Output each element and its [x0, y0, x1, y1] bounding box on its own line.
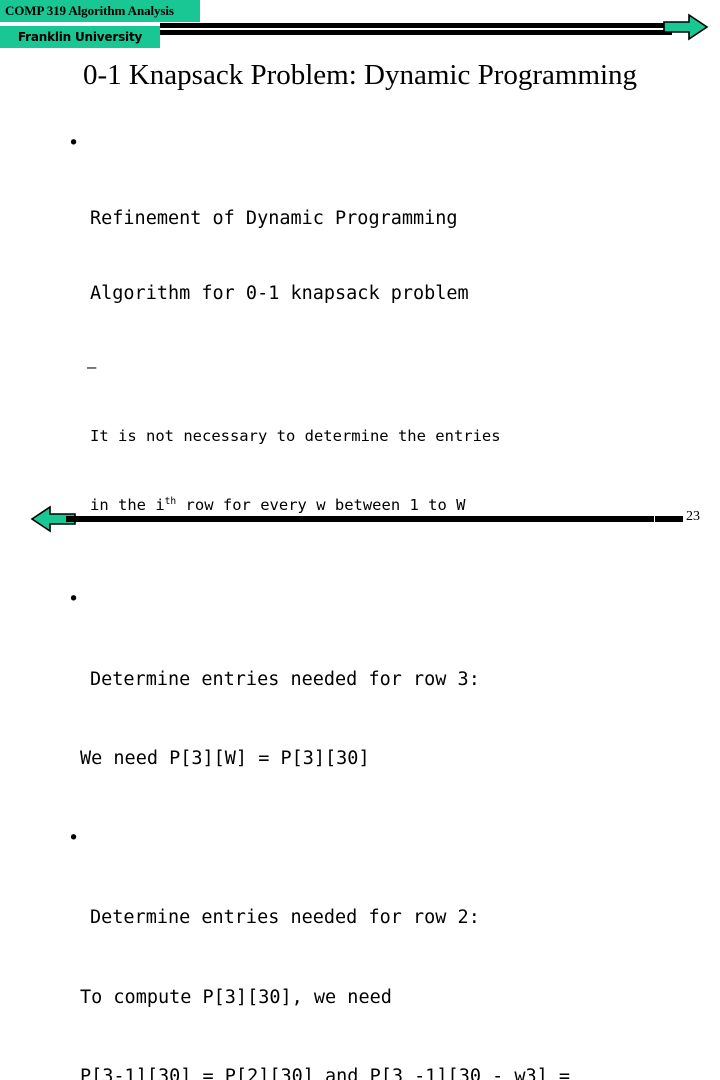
sub-bullet-line-superscript: in the ith row for every w between 1 to …	[90, 494, 698, 517]
body-spacer	[58, 563, 698, 587]
slide-title: 0-1 Knapsack Problem: Dynamic Programmin…	[60, 58, 660, 93]
bullet-line: We need P[3][W] = P[3][30]	[80, 746, 698, 773]
bullet-line: To compute P[3][30], we need	[80, 985, 698, 1012]
bullet-dot-icon: •	[68, 131, 79, 156]
ordinal-superscript: th	[165, 496, 177, 507]
bullet-dot-icon: •	[68, 826, 79, 853]
sub-bullet-line-pre: in the i	[90, 496, 165, 514]
bullet-line: Refinement of Dynamic Programming	[90, 206, 698, 231]
sub-bullet-item-necessary: – It is not necessary to determine the e…	[58, 356, 698, 563]
university-label: Franklin University	[18, 30, 142, 44]
bullet-item-refinement: • Refinement of Dynamic Programming Algo…	[58, 131, 698, 356]
sub-bullet-line: It is not necessary to determine the ent…	[90, 425, 698, 448]
bullet-line: Algorithm for 0-1 knapsack problem	[90, 281, 698, 306]
slide-body: • Refinement of Dynamic Programming Algo…	[58, 131, 698, 1080]
bullet-item-row3: • Determine entries needed for row 3: We…	[58, 587, 698, 826]
footer-rule-right	[655, 516, 683, 522]
bullet-line: Determine entries needed for row 3:	[90, 667, 698, 694]
bullet-item-row2: • Determine entries needed for row 2: To…	[58, 826, 698, 1080]
bullet-dot-icon: •	[68, 587, 79, 614]
bullet-line: Determine entries needed for row 2:	[90, 905, 698, 932]
page-number: 23	[686, 509, 700, 525]
bullet-dash-icon: –	[87, 356, 96, 379]
footer-rule	[66, 516, 654, 522]
course-title-label: COMP 319 Algorithm Analysis	[5, 3, 174, 19]
slide-header-banner: COMP 319 Algorithm Analysis Franklin Uni…	[0, 0, 720, 56]
course-title-chip: COMP 319 Algorithm Analysis	[0, 0, 200, 22]
university-chip: Franklin University	[0, 26, 160, 48]
bullet-line: P[3-1][30] = P[2][30] and P[3 -1][30 - w…	[80, 1064, 698, 1080]
header-rail-gap	[160, 28, 672, 30]
arrow-right-icon[interactable]	[663, 13, 709, 41]
sub-bullet-line-post: row for every w between 1 to W	[176, 496, 465, 514]
